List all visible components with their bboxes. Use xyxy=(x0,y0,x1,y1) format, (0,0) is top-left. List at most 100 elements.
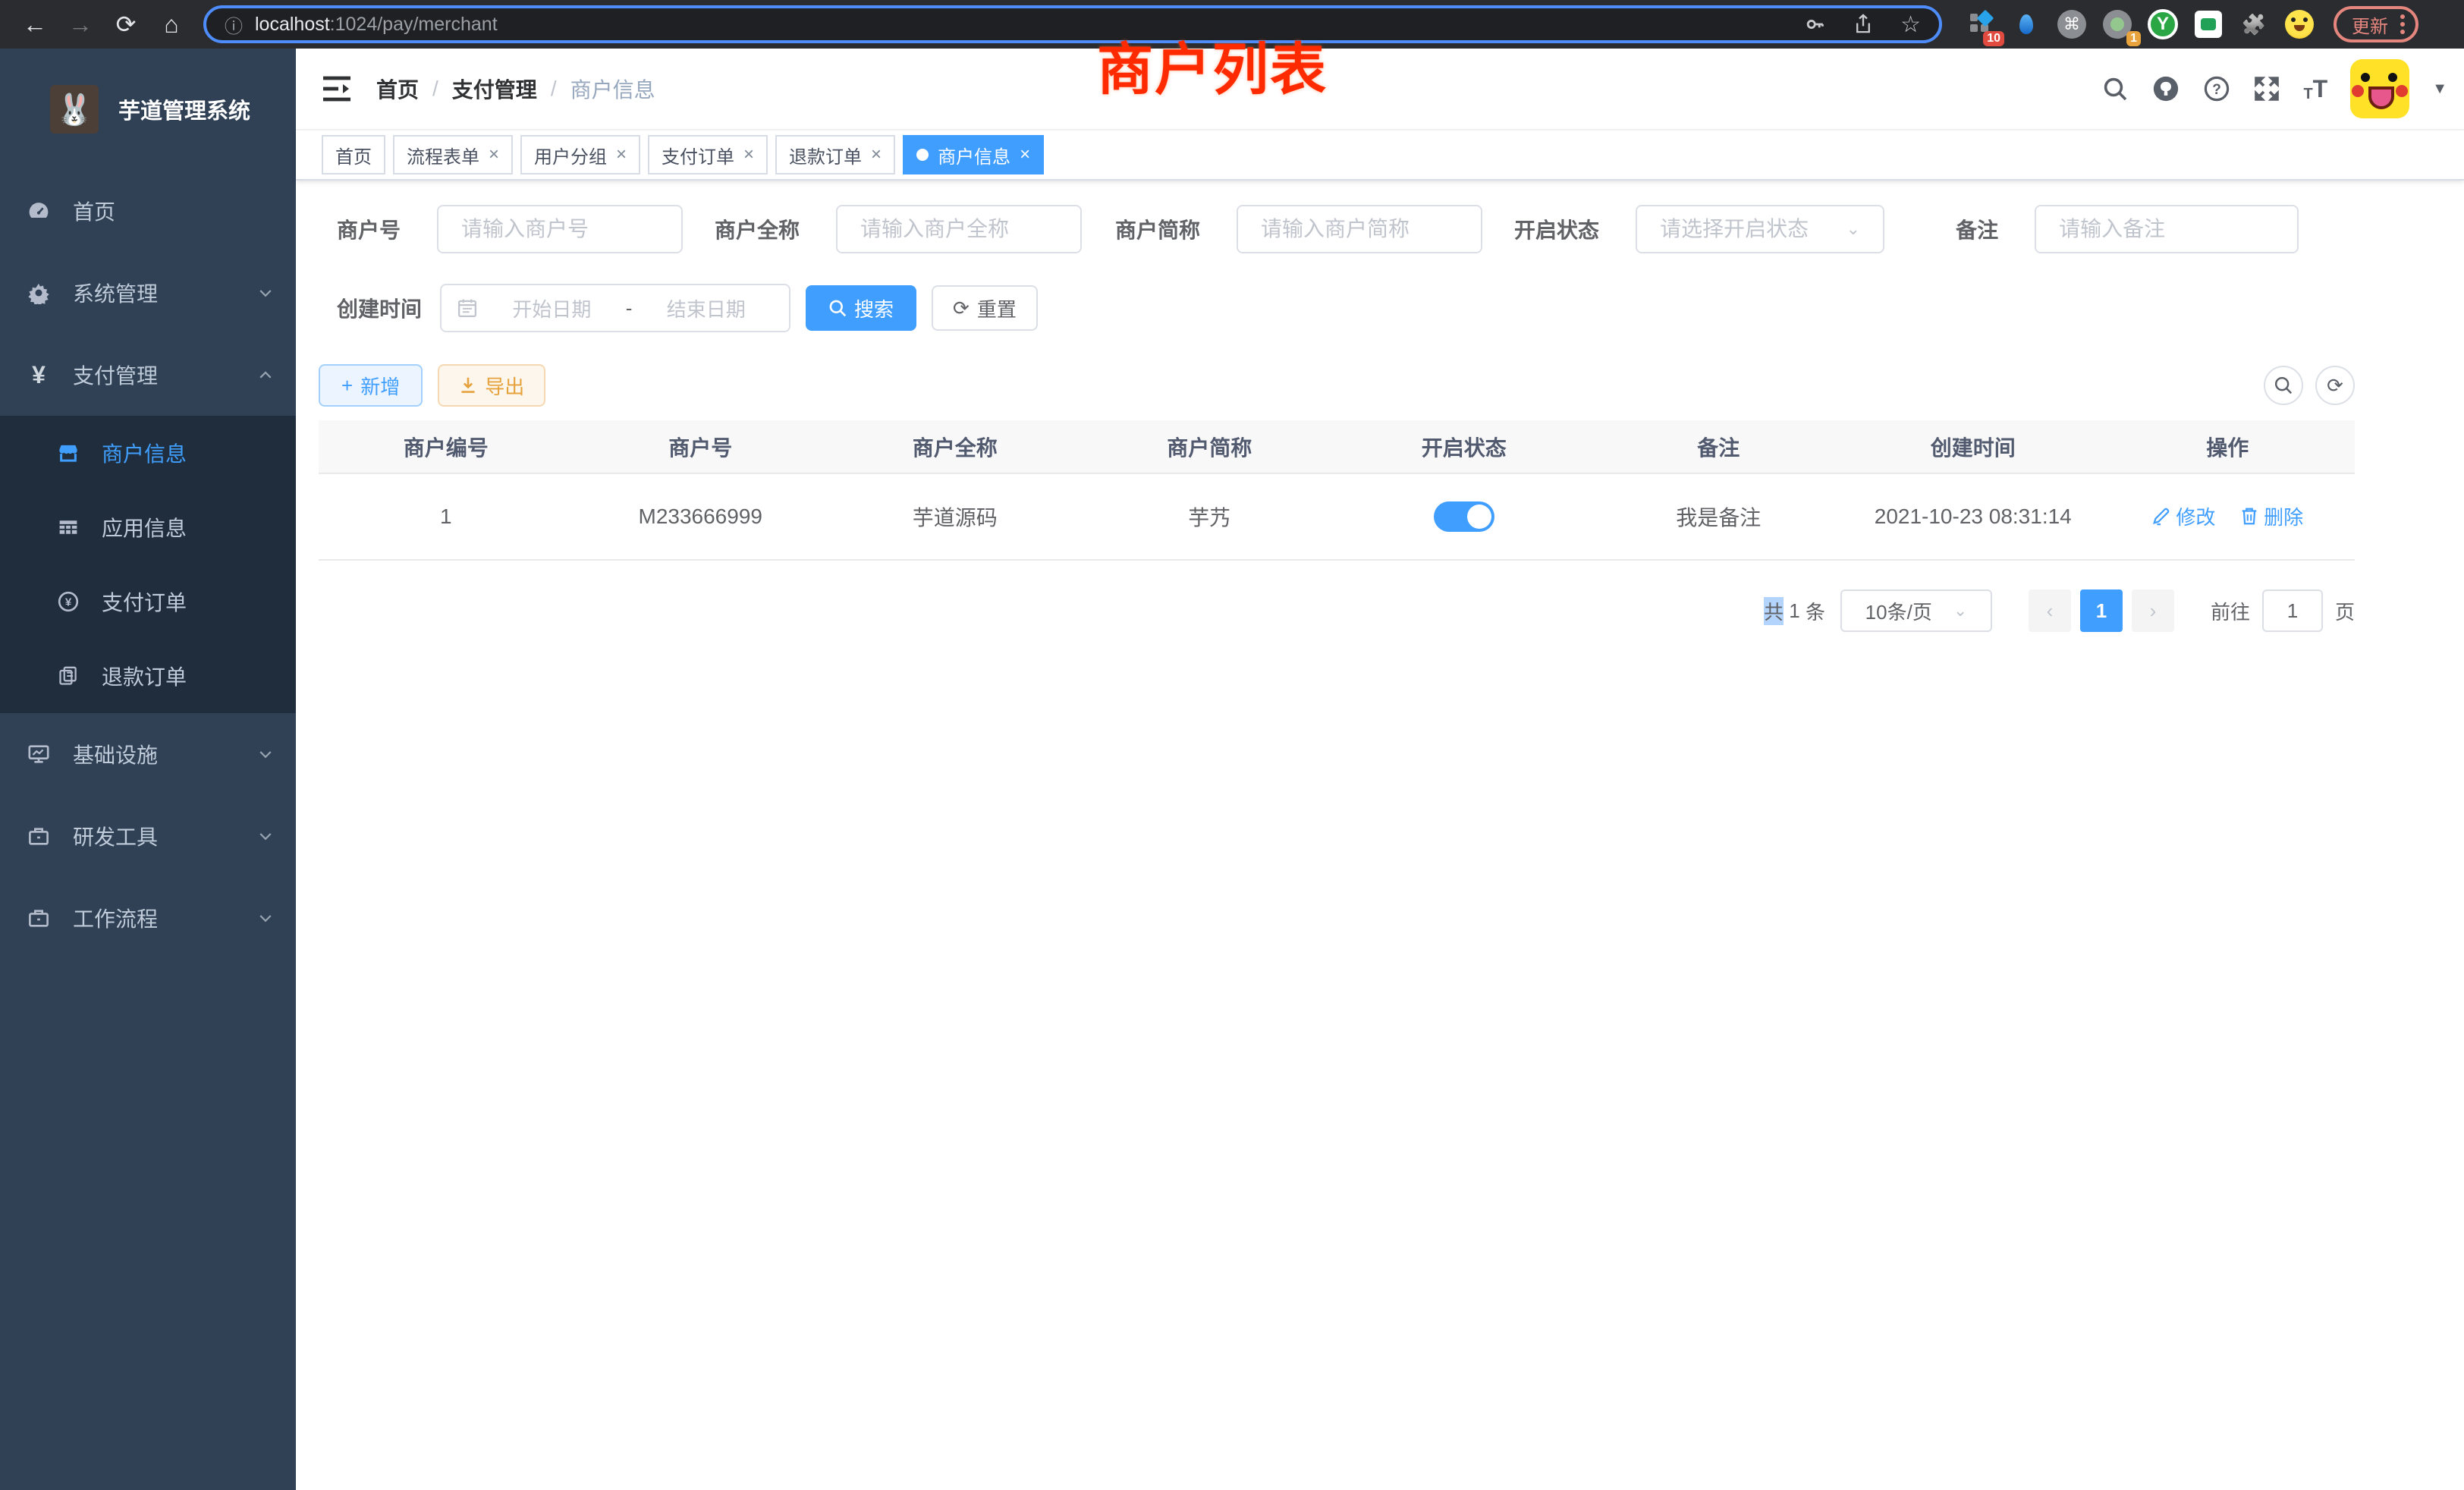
add-button[interactable]: + 新增 xyxy=(319,364,423,407)
sidebar-toggle-icon[interactable] xyxy=(322,74,352,104)
extension-command-icon[interactable]: ⌘ xyxy=(2056,8,2088,40)
share-icon[interactable] xyxy=(1853,14,1873,35)
avatar-caret-icon[interactable]: ▼ xyxy=(2432,80,2447,98)
tab-user-group[interactable]: 用户分组× xyxy=(520,135,640,174)
edit-link[interactable]: 修改 xyxy=(2151,502,2215,530)
filter-label-remark: 备注 xyxy=(1956,214,1998,244)
sidebar-item-home[interactable]: 首页 xyxy=(0,170,296,252)
yen-circle-icon: ¥ xyxy=(56,590,80,613)
browser-forward-icon[interactable]: → xyxy=(58,0,103,49)
tab-merchant-info[interactable]: 商户信息× xyxy=(903,135,1044,174)
top-navbar: 首页 / 支付管理 / 商户信息 商户列表 ? xyxy=(296,49,2464,130)
url-path: :1024/pay/merchant xyxy=(330,14,498,36)
grid-icon xyxy=(56,517,80,538)
full-name-input[interactable] xyxy=(860,217,1058,241)
col-merchant-id: 商户编号 xyxy=(319,420,574,473)
help-icon[interactable]: ? xyxy=(2203,75,2230,102)
filter-label-full-name: 商户全称 xyxy=(715,214,800,244)
refresh-table-button[interactable]: ⟳ xyxy=(2315,366,2355,405)
browser-update-button[interactable]: 更新 xyxy=(2334,6,2418,42)
search-icon[interactable] xyxy=(2101,75,2129,102)
filter-label-create-time: 创建时间 xyxy=(337,293,422,323)
next-page-button[interactable]: › xyxy=(2132,589,2174,632)
col-merchant-no: 商户号 xyxy=(574,420,828,473)
cell-merchant-no: M233666999 xyxy=(574,473,828,560)
col-remark: 备注 xyxy=(1592,420,1846,473)
toolbox-icon xyxy=(26,907,52,929)
remark-input[interactable] xyxy=(2059,217,2274,241)
goto-label: 前往 xyxy=(2211,597,2250,625)
create-time-range-picker[interactable]: 开始日期 - 结束日期 xyxy=(440,284,790,332)
sidebar-item-system[interactable]: 系统管理 xyxy=(0,252,296,334)
site-info-icon[interactable]: ⓘ xyxy=(225,11,243,38)
sidebar: 🐰 芋道管理系统 首页 系统管理 ¥ 支付管理 xyxy=(0,49,296,1490)
col-actions: 操作 xyxy=(2101,420,2356,473)
extension-puzzle-icon[interactable]: 🧩 xyxy=(2238,8,2270,40)
extension-grid-icon[interactable]: 10 xyxy=(1965,8,1997,40)
extension-kite-icon[interactable] xyxy=(2010,8,2042,40)
browser-back-icon[interactable]: ← xyxy=(12,0,58,49)
delete-link[interactable]: 删除 xyxy=(2239,502,2303,530)
close-icon[interactable]: × xyxy=(616,144,627,165)
prev-page-button[interactable]: ‹ xyxy=(2029,589,2071,632)
cell-actions: 修改 删除 xyxy=(2101,473,2356,560)
font-size-icon[interactable]: TT xyxy=(2303,75,2327,103)
extension-chat-icon[interactable] xyxy=(2192,8,2224,40)
user-avatar[interactable] xyxy=(2350,59,2409,118)
reset-button[interactable]: ⟳ 重置 xyxy=(932,285,1038,331)
chevron-down-icon: ⌄ xyxy=(1953,601,1967,621)
browser-reload-icon[interactable]: ⟳ xyxy=(103,0,149,49)
cell-status xyxy=(1337,473,1592,560)
browser-menu-icon[interactable] xyxy=(2400,14,2405,34)
fullscreen-icon[interactable] xyxy=(2253,75,2280,102)
bookmark-star-icon[interactable]: ☆ xyxy=(1900,11,1921,38)
sidebar-item-merchant-info[interactable]: 商户信息 xyxy=(0,416,296,490)
tab-home[interactable]: 首页 xyxy=(322,135,385,174)
merchant-no-input[interactable] xyxy=(461,217,658,241)
sidebar-item-pay[interactable]: ¥ 支付管理 xyxy=(0,334,296,416)
status-toggle[interactable] xyxy=(1434,501,1494,532)
sidebar-item-app-info[interactable]: 应用信息 xyxy=(0,490,296,564)
app-logo: 🐰 xyxy=(50,85,99,134)
sidebar-item-infra[interactable]: 基础设施 xyxy=(0,713,296,795)
extension-recorder-icon[interactable]: 1 xyxy=(2101,8,2133,40)
app-title: 芋道管理系统 xyxy=(118,93,250,125)
breadcrumb-home[interactable]: 首页 xyxy=(376,74,419,104)
page-size-select[interactable]: 10条/页 ⌄ xyxy=(1840,589,1992,632)
filter-label-short-name: 商户简称 xyxy=(1115,214,1200,244)
chevron-down-icon xyxy=(256,909,275,927)
tab-pay-order[interactable]: 支付订单× xyxy=(648,135,768,174)
status-select-input[interactable] xyxy=(1660,217,1840,241)
tab-refund-order[interactable]: 退款订单× xyxy=(775,135,895,174)
calendar-icon xyxy=(457,297,478,319)
sidebar-item-dev-tools[interactable]: 研发工具 xyxy=(0,795,296,877)
sidebar-item-refund-order[interactable]: 退款订单 xyxy=(0,639,296,713)
sidebar-item-label: 工作流程 xyxy=(73,903,256,933)
app-logo-row[interactable]: 🐰 芋道管理系统 xyxy=(0,49,296,170)
close-icon[interactable]: × xyxy=(1020,144,1030,165)
status-select[interactable]: ⌄ xyxy=(1636,205,1884,253)
export-button[interactable]: 导出 xyxy=(438,364,545,407)
extension-y-icon[interactable]: Y xyxy=(2147,8,2179,40)
browser-home-icon[interactable]: ⌂ xyxy=(149,0,194,49)
sidebar-item-label: 研发工具 xyxy=(73,821,256,851)
plus-icon: + xyxy=(341,374,353,398)
sidebar-item-workflow[interactable]: 工作流程 xyxy=(0,877,296,959)
tab-process-form[interactable]: 流程表单× xyxy=(393,135,513,174)
address-bar[interactable]: ⓘ localhost :1024/pay/merchant ☆ xyxy=(203,5,1942,43)
goto-page-input[interactable] xyxy=(2262,589,2323,632)
search-button[interactable]: 搜索 xyxy=(806,285,916,331)
close-icon[interactable]: × xyxy=(743,144,754,165)
sidebar-item-pay-order[interactable]: ¥ 支付订单 xyxy=(0,564,296,639)
github-icon[interactable] xyxy=(2151,74,2180,103)
short-name-input[interactable] xyxy=(1261,217,1458,241)
extension-emoji-icon[interactable] xyxy=(2283,8,2315,40)
merchant-table: 商户编号 商户号 商户全称 商户简称 开启状态 备注 创建时间 操作 1 xyxy=(319,420,2355,561)
toggle-search-button[interactable] xyxy=(2264,366,2303,405)
close-icon[interactable]: × xyxy=(871,144,882,165)
close-icon[interactable]: × xyxy=(489,144,499,165)
breadcrumb-pay[interactable]: 支付管理 xyxy=(452,74,537,104)
password-key-icon[interactable] xyxy=(1805,14,1826,35)
extension-badge: 10 xyxy=(1983,31,2004,46)
page-1-button[interactable]: 1 xyxy=(2080,589,2123,632)
